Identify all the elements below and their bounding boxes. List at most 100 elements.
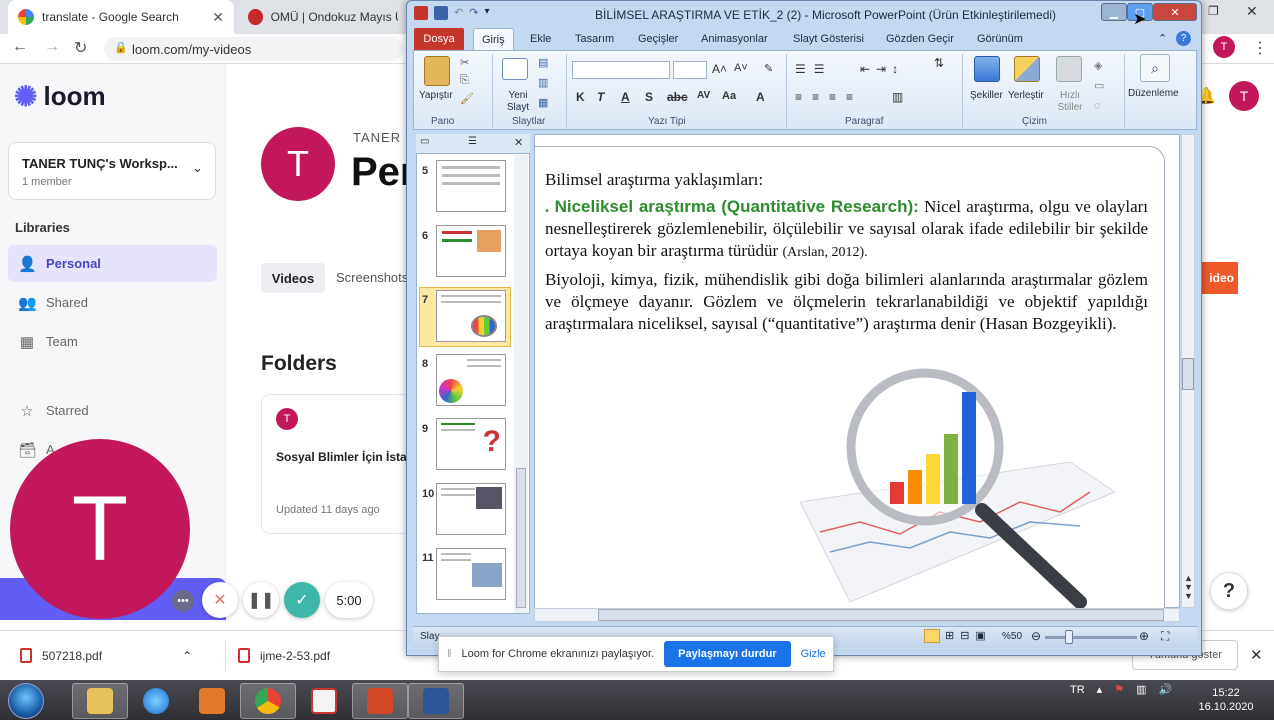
shapes-icon[interactable] [974, 56, 1000, 82]
slide-paragraph-1[interactable]: . Niceliksel araştırma (Quantitative Res… [545, 196, 1148, 264]
taskbar-explorer[interactable] [72, 683, 128, 719]
fit-to-window-icon[interactable]: ⛶ [1161, 629, 1169, 644]
slide-thumbnail-8[interactable] [436, 354, 506, 406]
finish-recording-button[interactable]: ✓ [284, 582, 320, 618]
tab-slayt-gosterisi[interactable]: Slayt Gösterisi [785, 28, 872, 50]
align-icon[interactable]: ≡≡≡≡ [795, 90, 863, 104]
browser-tab-translate[interactable]: translate - Google Search ✕ [8, 0, 234, 34]
tab-dosya[interactable]: Dosya [414, 28, 464, 50]
cancel-recording-button[interactable]: ✕ [202, 582, 238, 618]
minimize-button[interactable]: ▁ [1101, 3, 1127, 21]
zoom-slider-handle[interactable] [1065, 630, 1073, 644]
font-family-select[interactable] [572, 61, 670, 79]
slide-heading[interactable]: Bilimsel araştırma yaklaşımları: [545, 170, 763, 190]
sidebar-item-team[interactable]: ▦ Team [8, 323, 217, 360]
editing-button[interactable]: Düzenleme [1128, 88, 1179, 100]
font-size-select[interactable] [673, 61, 707, 79]
tab-tasarim[interactable]: Tasarım [567, 28, 622, 50]
outline-tab-icon[interactable]: ☰ [468, 136, 477, 147]
quick-styles-button[interactable]: Hızlı Stiller [1050, 90, 1090, 114]
save-icon[interactable] [434, 6, 448, 20]
tab-screenshots[interactable]: Screenshots [336, 270, 406, 285]
camera-bubble[interactable]: T [10, 439, 190, 619]
zoom-in-icon[interactable]: ⊕ [1139, 629, 1149, 643]
slide-thumbnail-6[interactable] [436, 225, 506, 277]
chrome-profile-avatar[interactable]: T [1213, 36, 1235, 58]
arrange-icon[interactable] [1014, 56, 1040, 82]
back-icon[interactable]: ← [12, 38, 28, 56]
clock[interactable]: 15:22 16.10.2020 [1196, 686, 1256, 714]
reload-icon[interactable]: ↻ [74, 38, 87, 58]
loom-avatar[interactable]: T [1229, 81, 1259, 111]
chevron-down-icon[interactable]: ⌄ [192, 160, 203, 176]
sidebar-item-shared[interactable]: 👥 Shared [8, 284, 217, 321]
underline-icon[interactable]: A [621, 90, 630, 104]
browser-tab-omu[interactable]: OMÜ | Ondokuz Mayıs Üniv [238, 0, 408, 34]
taskbar-media-player[interactable] [184, 683, 240, 719]
text-direction-icon[interactable]: ⇅ [934, 56, 944, 70]
restore-icon[interactable]: ❐ [1208, 4, 1219, 18]
sidebar-item-personal[interactable]: 👤 Personal [8, 245, 217, 282]
url-field[interactable]: 🔒 loom.com/my-videos [104, 37, 404, 61]
sidebar-item-starred[interactable]: ☆ Starred [8, 392, 217, 429]
hide-button[interactable]: Gizle [801, 648, 826, 660]
tab-gorunum[interactable]: Görünüm [969, 28, 1031, 50]
panel-scrollbar-thumb[interactable] [516, 468, 526, 608]
close-icon[interactable]: ✕ [212, 9, 224, 26]
shadow-icon[interactable]: S [645, 90, 653, 104]
taskbar-acrobat[interactable] [296, 683, 352, 719]
chevron-down-icon[interactable]: ▾ [484, 6, 489, 20]
normal-view-icon[interactable] [924, 629, 940, 643]
close-icon[interactable]: ✕ [514, 136, 523, 149]
new-slide-icon[interactable] [502, 58, 528, 80]
font-color-icon[interactable]: A [756, 90, 765, 104]
section-icon[interactable]: ▦ [538, 96, 548, 109]
format-painter-icon[interactable]: 🖌 [460, 92, 474, 105]
reset-icon[interactable]: ▥ [538, 76, 548, 89]
slide-thumbnail-5[interactable] [436, 160, 506, 212]
bold-icon[interactable]: K [576, 90, 585, 104]
pause-button[interactable]: ❚❚ [243, 582, 279, 618]
download-item[interactable]: ijme-2-53.pdf [238, 648, 330, 663]
close-button[interactable]: ✕ [1153, 3, 1197, 21]
volume-icon[interactable]: 🔊 [1158, 683, 1172, 696]
slide-paragraph-2[interactable]: Biyoloji, kimya, fizik, mühendislik gibi… [545, 269, 1148, 335]
loom-logo[interactable]: ✺ loom [14, 80, 106, 113]
chevron-up-icon[interactable]: ▴ [1097, 683, 1103, 696]
arrange-button[interactable]: Yerleştir [1008, 90, 1044, 102]
horizontal-scrollbar-thumb[interactable] [598, 609, 1164, 621]
zoom-out-icon[interactable]: ⊖ [1031, 629, 1041, 643]
taskbar-ie[interactable] [128, 683, 184, 719]
close-icon[interactable]: ✕ [1246, 3, 1258, 20]
columns-icon[interactable]: ▥ [892, 90, 903, 104]
indent-icon[interactable]: ⇤⇥↕ [860, 62, 904, 76]
download-item[interactable]: 507218.pdf ⌃ [20, 648, 192, 663]
paste-button[interactable]: Yapıştır [419, 90, 453, 102]
tab-videos[interactable]: Videos [261, 263, 325, 293]
view-switcher-icons[interactable]: ⊞⊟▣ [945, 629, 992, 642]
slide-thumbnail-11[interactable] [436, 548, 506, 600]
slide-thumbnail-9[interactable]: ? [436, 418, 506, 470]
tab-gecisler[interactable]: Geçişler [630, 28, 686, 50]
help-icon[interactable]: ? [1176, 31, 1191, 46]
strikethrough-icon[interactable]: abc [667, 90, 688, 104]
stop-sharing-button[interactable]: Paylaşmayı durdur [664, 641, 791, 667]
spacing-icon[interactable]: AV [697, 90, 710, 101]
change-case-icon[interactable]: Aa [722, 90, 736, 102]
clear-format-icon[interactable]: ✎ [764, 62, 773, 75]
workspace-switcher[interactable] [8, 142, 216, 200]
tab-gozden-gecir[interactable]: Gözden Geçir [878, 28, 962, 50]
chevron-up-icon[interactable]: ⌃ [182, 649, 192, 663]
grow-font-icon[interactable]: A˄ [712, 62, 727, 76]
copy-icon[interactable]: ⎘ [460, 74, 469, 87]
paste-icon[interactable] [424, 56, 450, 86]
taskbar-word[interactable] [408, 683, 464, 719]
collapse-ribbon-icon[interactable]: ⌃ [1158, 32, 1167, 45]
menu-icon[interactable]: ⋮ [1252, 38, 1268, 58]
drag-handle-icon[interactable]: ‖ [447, 648, 452, 660]
vertical-scrollbar-thumb[interactable] [1182, 358, 1194, 390]
powerpoint-icon[interactable] [414, 6, 428, 20]
undo-icon[interactable]: ↶ [454, 6, 463, 20]
binoculars-icon[interactable]: ⌕ [1140, 54, 1170, 82]
more-options-button[interactable]: ••• [172, 590, 194, 612]
